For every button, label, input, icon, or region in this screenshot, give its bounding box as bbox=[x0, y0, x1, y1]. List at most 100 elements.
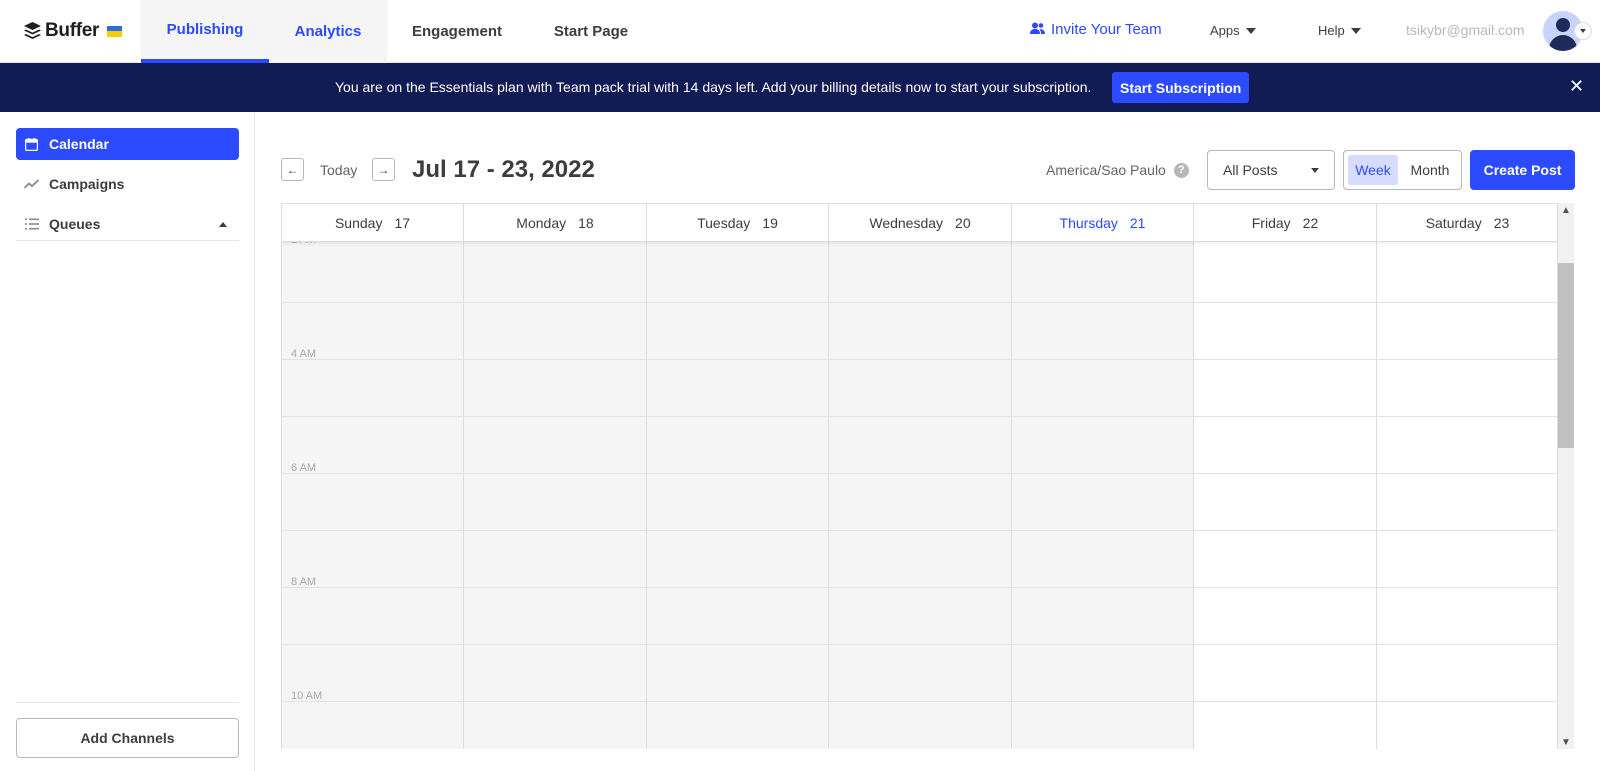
close-icon[interactable]: ✕ bbox=[1569, 76, 1584, 97]
hour-line bbox=[282, 359, 1557, 360]
add-channels-button[interactable]: Add Channels bbox=[16, 718, 239, 758]
day-header-friday: Friday 22 bbox=[1194, 204, 1377, 242]
buffer-logo[interactable]: Buffer bbox=[24, 20, 123, 42]
day-date: 17 bbox=[394, 215, 411, 231]
help-label: Help bbox=[1318, 23, 1345, 38]
day-column-friday[interactable] bbox=[1194, 242, 1377, 749]
sidebar-item-calendar[interactable]: Calendar bbox=[16, 128, 239, 160]
calendar-header: Sunday 17 Monday 18 Tuesday 19 Wednesday 20 Thur… bbox=[282, 204, 1557, 242]
sidebar-item-label: Queues bbox=[49, 216, 101, 232]
day-name: Wednesday bbox=[869, 215, 944, 231]
hour-line bbox=[282, 644, 1557, 645]
list-icon bbox=[24, 217, 39, 232]
hour-label: 4 AM bbox=[291, 348, 317, 360]
start-subscription-button[interactable]: Start Subscription bbox=[1112, 72, 1250, 103]
arrow-left-icon: ← bbox=[286, 162, 299, 177]
day-header-thursday: Thursday 21 bbox=[1012, 204, 1194, 242]
user-email: tsikybr@gmail.com bbox=[1406, 22, 1525, 38]
hour-line bbox=[282, 473, 1557, 474]
buffer-logo-icon bbox=[24, 22, 41, 40]
sidebar-item-campaigns[interactable]: Campaigns bbox=[16, 168, 239, 200]
chevron-down-icon bbox=[1311, 168, 1319, 173]
posts-filter-value: All Posts bbox=[1223, 162, 1278, 178]
tab-analytics[interactable]: Analytics bbox=[269, 0, 387, 63]
day-column-thursday[interactable] bbox=[1012, 242, 1194, 749]
hour-line bbox=[282, 416, 1557, 417]
invite-team-label: Invite Your Team bbox=[1051, 21, 1162, 38]
divider bbox=[16, 702, 239, 703]
prev-week-button[interactable]: ← bbox=[281, 158, 304, 181]
hour-label: 8 AM bbox=[291, 576, 317, 588]
hour-line bbox=[282, 701, 1557, 702]
day-name: Thursday bbox=[1059, 215, 1118, 231]
arrow-right-icon: → bbox=[377, 162, 390, 177]
day-header-monday: Monday 18 bbox=[464, 204, 647, 242]
day-date: 19 bbox=[762, 215, 778, 231]
sidebar: Calendar Campaigns Queues Add Channels bbox=[0, 112, 255, 771]
view-toggle: Week Month bbox=[1343, 150, 1462, 190]
scroll-down-icon[interactable]: ▼ bbox=[1558, 735, 1574, 749]
timezone-display: America/Sao Paulo ? bbox=[1046, 162, 1189, 178]
account-menu-toggle[interactable] bbox=[1574, 22, 1592, 40]
calendar-grid[interactable]: 2 AM4 AM6 AM8 AM10 AM bbox=[282, 234, 1557, 749]
day-name: Saturday bbox=[1425, 215, 1482, 231]
ukraine-flag-icon bbox=[107, 25, 123, 37]
help-icon[interactable]: ? bbox=[1173, 162, 1189, 178]
week-calendar: Sunday 17 Monday 18 Tuesday 19 Wednesday 20 Thur… bbox=[281, 203, 1558, 749]
tab-start-page[interactable]: Start Page bbox=[537, 0, 645, 63]
day-name: Friday bbox=[1251, 215, 1291, 231]
day-date: 22 bbox=[1302, 215, 1319, 231]
hour-label: 10 AM bbox=[291, 690, 323, 702]
banner-message: You are on the Essentials plan with Team… bbox=[335, 79, 1092, 95]
date-range-title: Jul 17 - 23, 2022 bbox=[412, 156, 595, 183]
week-view-button[interactable]: Week bbox=[1348, 155, 1398, 185]
hour-label: 6 AM bbox=[291, 462, 317, 474]
next-week-button[interactable]: → bbox=[372, 158, 395, 181]
sidebar-item-queues[interactable]: Queues bbox=[16, 208, 239, 240]
day-name: Sunday bbox=[334, 215, 383, 231]
posts-filter-select[interactable]: All Posts bbox=[1207, 150, 1335, 190]
day-header-wednesday: Wednesday 20 bbox=[829, 204, 1012, 242]
today-button[interactable]: Today bbox=[320, 162, 357, 178]
hour-line bbox=[282, 587, 1557, 588]
day-date: 18 bbox=[578, 215, 594, 231]
sidebar-item-label: Calendar bbox=[49, 136, 109, 152]
calendar-scrollbar[interactable]: ▲ ▼ bbox=[1558, 203, 1574, 749]
day-column-saturday[interactable] bbox=[1377, 242, 1557, 749]
day-header-tuesday: Tuesday 19 bbox=[647, 204, 829, 242]
day-name: Monday bbox=[516, 215, 567, 231]
invite-team-button[interactable]: Invite Your Team bbox=[1030, 21, 1162, 38]
chevron-down-icon bbox=[1350, 27, 1361, 34]
divider bbox=[16, 240, 239, 241]
day-header-saturday: Saturday 23 bbox=[1377, 204, 1557, 242]
scroll-up-icon[interactable]: ▲ bbox=[1558, 203, 1574, 217]
scrollbar-thumb[interactable] bbox=[1558, 263, 1574, 448]
tab-engagement[interactable]: Engagement bbox=[397, 0, 517, 63]
day-date: 23 bbox=[1493, 215, 1510, 231]
create-post-button[interactable]: Create Post bbox=[1470, 150, 1575, 190]
day-column-sunday[interactable] bbox=[282, 242, 464, 749]
hour-line bbox=[282, 302, 1557, 303]
apps-menu[interactable]: Apps bbox=[1210, 23, 1256, 38]
tab-publishing[interactable]: Publishing bbox=[141, 0, 269, 63]
day-column-monday[interactable] bbox=[464, 242, 647, 749]
help-menu[interactable]: Help bbox=[1318, 23, 1361, 38]
chevron-up-icon bbox=[219, 221, 227, 227]
top-nav: Buffer Publishing Analytics Engagement S… bbox=[0, 0, 1600, 63]
brand-name: Buffer bbox=[45, 20, 100, 41]
day-column-wednesday[interactable] bbox=[829, 242, 1012, 749]
day-header-sunday: Sunday 17 bbox=[282, 204, 464, 242]
hour-line bbox=[282, 530, 1557, 531]
day-column-tuesday[interactable] bbox=[647, 242, 829, 749]
apps-label: Apps bbox=[1210, 23, 1240, 38]
team-icon bbox=[1030, 21, 1045, 38]
day-name: Tuesday bbox=[697, 215, 751, 231]
trial-banner: You are on the Essentials plan with Team… bbox=[0, 63, 1600, 112]
calendar-icon bbox=[24, 137, 39, 152]
month-view-button[interactable]: Month bbox=[1402, 155, 1458, 185]
chevron-down-icon bbox=[1245, 27, 1256, 34]
sidebar-item-label: Campaigns bbox=[49, 176, 125, 192]
chevron-down-icon bbox=[1580, 29, 1586, 33]
trend-icon bbox=[24, 177, 39, 192]
day-date: 20 bbox=[955, 215, 971, 231]
